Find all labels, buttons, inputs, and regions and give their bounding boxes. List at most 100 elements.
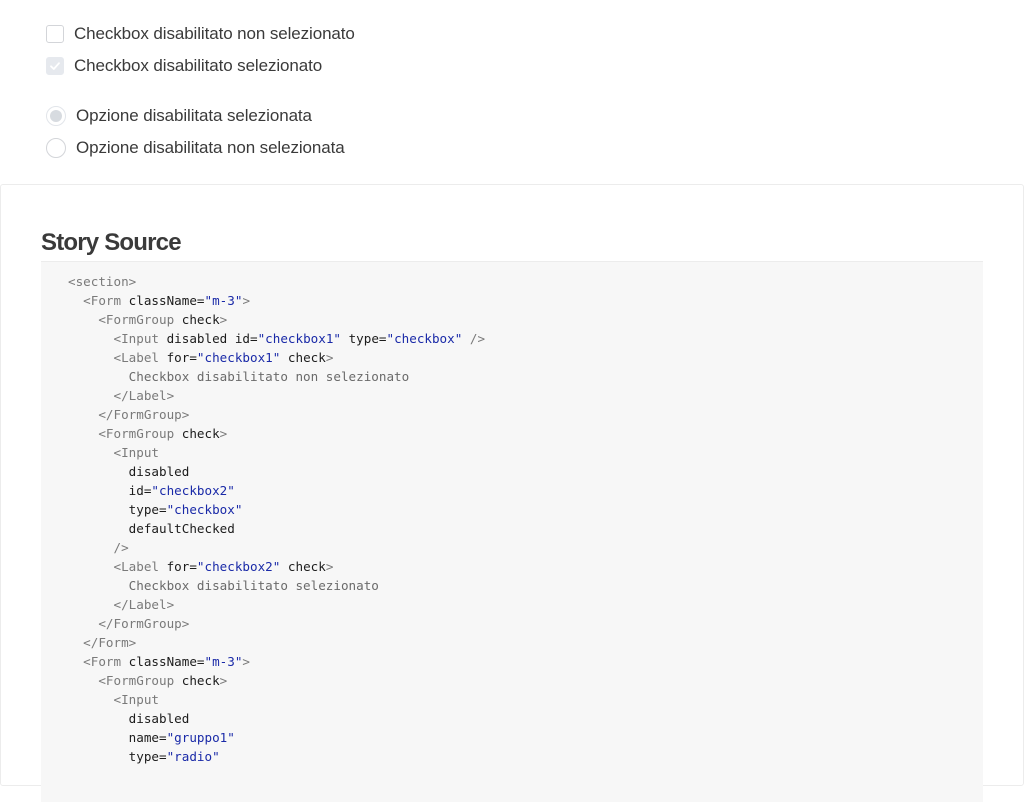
code-token: Checkbox disabilitato selezionato bbox=[128, 578, 379, 593]
code-token: <Form bbox=[83, 293, 129, 308]
code-token: > bbox=[219, 673, 228, 688]
code-token: </Label> bbox=[113, 597, 175, 612]
code-token: "m-3" bbox=[204, 293, 243, 308]
checkbox-unchecked-row[interactable]: Checkbox disabilitato non selezionato bbox=[46, 22, 355, 46]
code-line: name="gruppo1" bbox=[68, 728, 485, 747]
code-token: <FormGroup bbox=[98, 312, 182, 327]
code-token: check bbox=[181, 673, 220, 688]
code-token: /> bbox=[462, 331, 486, 346]
code-line: Checkbox disabilitato selezionato bbox=[68, 576, 485, 595]
story-source-title: Story Source bbox=[41, 229, 182, 256]
code-token: disabled bbox=[128, 464, 190, 479]
code-token: > bbox=[325, 559, 334, 574]
code-token: "checkbox2" bbox=[151, 483, 235, 498]
code-token: <Label bbox=[113, 559, 167, 574]
code-line: <section> bbox=[68, 272, 485, 291]
code-token: "checkbox" bbox=[166, 502, 243, 517]
code-line: type="checkbox" bbox=[68, 500, 485, 519]
code-token: type= bbox=[128, 502, 167, 517]
checkbox-checked-label: Checkbox disabilitato selezionato bbox=[74, 56, 323, 75]
code-line: defaultChecked bbox=[68, 519, 485, 538]
code-token: > bbox=[242, 293, 251, 308]
checkbox-checked-row[interactable]: Checkbox disabilitato selezionato bbox=[46, 54, 322, 78]
code-token: /> bbox=[113, 540, 129, 555]
code-line: Checkbox disabilitato non selezionato bbox=[68, 367, 485, 386]
code-line: <Form className="m-3"> bbox=[68, 291, 485, 310]
code-line: id="checkbox2" bbox=[68, 481, 485, 500]
code-line: </FormGroup> bbox=[68, 405, 485, 424]
code-token: "gruppo1" bbox=[166, 730, 235, 745]
code-line: <Input bbox=[68, 443, 485, 462]
code-token: > bbox=[325, 350, 334, 365]
code-line: <FormGroup check> bbox=[68, 310, 485, 329]
code-token: <Input bbox=[113, 331, 167, 346]
code-token: disabled id= bbox=[166, 331, 258, 346]
checkmark-icon bbox=[50, 62, 60, 70]
radio-checked-label: Opzione disabilitata selezionata bbox=[76, 106, 312, 125]
code-token: "checkbox1" bbox=[196, 350, 281, 365]
code-token: for= bbox=[166, 559, 197, 574]
code-token: for= bbox=[166, 350, 197, 365]
code-line: </FormGroup> bbox=[68, 614, 485, 633]
code-token: <Label bbox=[113, 350, 167, 365]
code-token: "checkbox2" bbox=[196, 559, 281, 574]
radio-checked-row[interactable]: Opzione disabilitata selezionata bbox=[46, 104, 312, 128]
code-line: <FormGroup check> bbox=[68, 424, 485, 443]
code-line: <Input bbox=[68, 690, 485, 709]
checkbox-unchecked-label: Checkbox disabilitato non selezionato bbox=[74, 24, 355, 43]
code-token: "m-3" bbox=[204, 654, 243, 669]
code-token: type= bbox=[340, 331, 387, 346]
radio-unchecked[interactable] bbox=[46, 138, 66, 158]
radio-unchecked-label: Opzione disabilitata non selezionata bbox=[76, 138, 345, 157]
code-token: check bbox=[280, 559, 326, 574]
code-token: check bbox=[280, 350, 326, 365]
code-line: <Label for="checkbox2" check> bbox=[68, 557, 485, 576]
code-line: disabled bbox=[68, 462, 485, 481]
checkbox-unchecked[interactable] bbox=[46, 25, 64, 43]
code-token: "checkbox" bbox=[386, 331, 463, 346]
code-token: </FormGroup> bbox=[98, 616, 190, 631]
source-code: <section> <Form className="m-3"> <FormGr… bbox=[68, 272, 485, 766]
code-line: <Label for="checkbox1" check> bbox=[68, 348, 485, 367]
code-line: </Label> bbox=[68, 386, 485, 405]
code-token: </Form> bbox=[83, 635, 137, 650]
code-token: "radio" bbox=[166, 749, 220, 764]
code-token: <FormGroup bbox=[98, 426, 182, 441]
code-token: > bbox=[219, 312, 228, 327]
code-token: disabled bbox=[128, 711, 190, 726]
code-line: </Form> bbox=[68, 633, 485, 652]
code-block: <section> <Form className="m-3"> <FormGr… bbox=[41, 261, 983, 802]
radio-unchecked-row[interactable]: Opzione disabilitata non selezionata bbox=[46, 136, 345, 160]
code-token: > bbox=[219, 426, 228, 441]
code-token: <Input bbox=[113, 445, 160, 460]
code-token: <FormGroup bbox=[98, 673, 182, 688]
code-token: <Input bbox=[113, 692, 160, 707]
checkbox-checked[interactable] bbox=[46, 57, 64, 75]
code-token: defaultChecked bbox=[128, 521, 235, 536]
code-line: disabled bbox=[68, 709, 485, 728]
code-token: name= bbox=[128, 730, 167, 745]
code-token: > bbox=[242, 654, 251, 669]
code-token: Checkbox disabilitato non selezionato bbox=[128, 369, 410, 384]
code-line: type="radio" bbox=[68, 747, 485, 766]
radio-checked[interactable] bbox=[46, 106, 66, 126]
story-source-panel: Story Source <section> <Form className="… bbox=[0, 184, 1024, 802]
code-token: "checkbox1" bbox=[257, 331, 341, 346]
code-token: check bbox=[181, 312, 220, 327]
code-line: </Label> bbox=[68, 595, 485, 614]
code-token: className= bbox=[128, 654, 205, 669]
code-token: id= bbox=[128, 483, 152, 498]
code-token: = bbox=[196, 293, 205, 308]
code-token: <Form bbox=[83, 654, 129, 669]
code-line: <Input disabled id="checkbox1" type="che… bbox=[68, 329, 486, 348]
code-line: <Form className="m-3"> bbox=[68, 652, 485, 671]
code-token: type= bbox=[128, 749, 167, 764]
code-token: </FormGroup> bbox=[98, 407, 190, 422]
code-token: <section> bbox=[68, 274, 137, 289]
radio-dot-icon bbox=[50, 110, 62, 122]
code-token: </Label> bbox=[113, 388, 175, 403]
code-line: /> bbox=[68, 538, 485, 557]
code-token: className bbox=[128, 293, 197, 308]
code-line: <FormGroup check> bbox=[68, 671, 485, 690]
code-token: check bbox=[181, 426, 220, 441]
